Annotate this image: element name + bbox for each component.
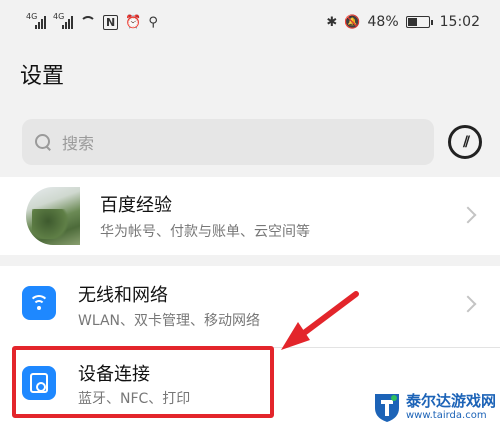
usb-icon: ⚲ [148,14,158,30]
alarm-icon: ⏰ [125,14,142,30]
annotation-highlight-box [12,346,274,418]
watermark-logo-icon [375,394,399,422]
watermark-name: 泰尔达游戏网 [406,392,497,411]
watermark-url: www.tairda.com [406,409,487,421]
search-input[interactable]: 搜索 [22,119,434,165]
bluetooth-icon: ✱ [326,14,338,30]
avatar [26,187,80,245]
signal-2-icon: 4G [53,12,73,29]
search-row: 搜索 // [22,119,482,165]
signal-1-icon: 4G [26,12,46,29]
account-subtitle: 华为帐号、付款与账单、云空间等 [100,224,310,240]
settings-item-subtitle: WLAN、双卡管理、移动网络 [78,313,261,329]
chevron-right-icon [459,295,477,313]
battery-icon [405,16,433,28]
search-icon [34,133,52,151]
battery-percent: 48% [367,14,399,30]
wifi-status-icon [80,16,96,28]
account-card[interactable]: 百度经验 华为帐号、付款与账单、云空间等 [0,177,500,255]
watermark: 泰尔达游戏网 www.tairda.com [372,386,500,428]
search-placeholder: 搜索 [62,134,95,153]
status-bar: 4G 4G N ⏰ ⚲ ✱ 🔕 48% 15:02 [0,0,500,44]
settings-item-title: 无线和网络 [78,285,168,306]
chevron-right-icon [459,206,477,224]
page-title: 设置 [20,64,65,89]
mute-icon: 🔕 [344,14,361,30]
settings-item-wireless[interactable]: 无线和网络 WLAN、双卡管理、移动网络 [0,266,500,347]
clock: 15:02 [439,14,480,30]
nfc-icon: N [103,14,119,30]
account-title: 百度经验 [100,195,172,216]
wifi-icon [22,286,56,320]
ai-assistant-button[interactable]: // [448,125,482,159]
